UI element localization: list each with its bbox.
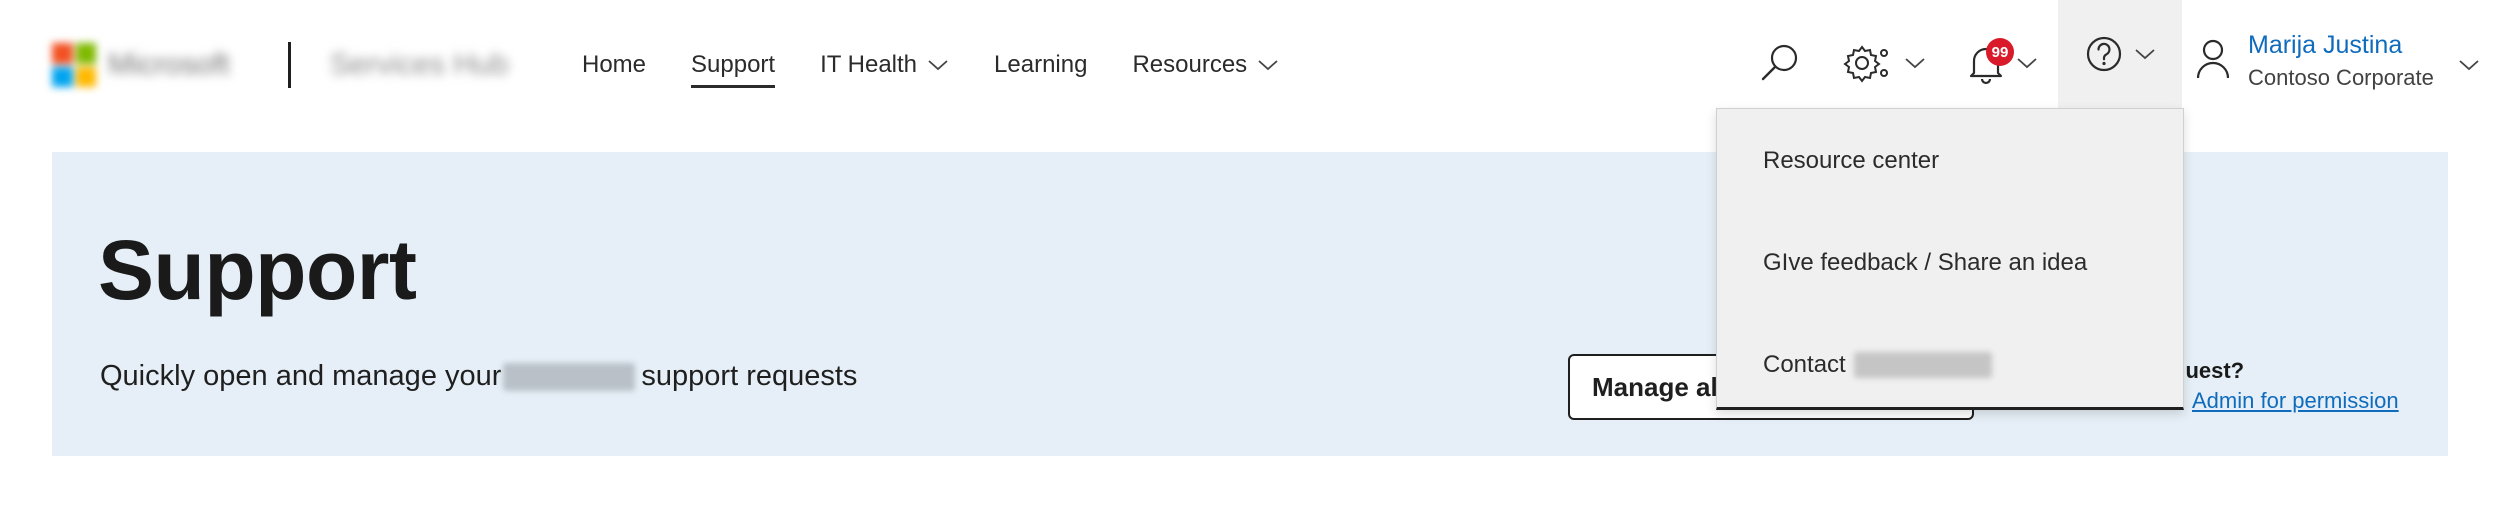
subtitle-text-start: Quickly open and manage your — [100, 360, 502, 392]
app-name[interactable]: Services Hub — [330, 42, 508, 88]
menu-item-label: GIve feedback / Share an idea — [1763, 249, 2088, 276]
main-nav: Home Support IT Health Learning Resource… — [582, 40, 1324, 90]
search-button[interactable] — [1758, 30, 1802, 96]
notification-count-badge: 99 — [1986, 38, 2014, 66]
nav-item-resources[interactable]: Resources — [1132, 40, 1279, 90]
settings-gear-icon — [1843, 45, 1888, 83]
help-button[interactable] — [2058, 0, 2182, 108]
help-dropdown-menu: Resource center GIve feedback / Share an… — [1716, 108, 2184, 410]
admin-permission-link[interactable]: Admin for permission — [2192, 388, 2399, 414]
redacted-service-name — [1853, 352, 1992, 378]
brand-wordmark: Microsoft — [108, 48, 230, 81]
menu-item-label: Resource center — [1763, 147, 1940, 174]
user-name: Marija Justina — [2248, 31, 2403, 59]
manage-all-button-label: Manage all — [1592, 371, 1725, 402]
page-subtitle: Quickly open and manage your support req… — [100, 360, 857, 393]
notifications-button[interactable]: 99 — [1966, 30, 2038, 96]
nav-item-support[interactable]: Support — [691, 40, 776, 90]
search-icon — [1761, 44, 1798, 81]
nav-item-label: IT Health — [820, 51, 918, 78]
nav-item-it-health[interactable]: IT Health — [820, 40, 949, 90]
subtitle-text-end: support requests — [641, 360, 858, 392]
help-circle-icon — [2086, 36, 2122, 72]
user-account-menu[interactable]: Marija Justina Contoso Corporate — [2196, 28, 2434, 98]
logo-mark-icon — [52, 43, 96, 87]
menu-item-resource-center[interactable]: Resource center — [1763, 147, 1939, 175]
user-info: Marija Justina Contoso Corporate — [2248, 28, 2434, 94]
nav-item-label: Resources — [1132, 51, 1248, 78]
menu-item-label: Contact — [1763, 351, 1846, 378]
chevron-down-icon — [928, 60, 948, 71]
chevron-down-icon — [1905, 58, 1925, 69]
person-icon — [2196, 39, 2230, 79]
chevron-down-icon — [2017, 58, 2037, 69]
brand-divider — [288, 42, 291, 88]
nav-item-label: Learning — [994, 51, 1088, 78]
user-organization: Contoso Corporate — [2248, 65, 2434, 90]
menu-item-give-feedback[interactable]: GIve feedback / Share an idea — [1763, 249, 2087, 277]
nav-item-home[interactable]: Home — [582, 40, 646, 90]
nav-item-label: Home — [582, 51, 647, 78]
chevron-down-icon[interactable] — [2458, 58, 2480, 72]
chevron-down-icon — [1258, 60, 1278, 71]
nav-item-label: Support — [691, 51, 776, 78]
chevron-down-icon — [2135, 49, 2155, 60]
menu-item-contact[interactable]: Contact — [1763, 351, 1992, 379]
nav-item-learning[interactable]: Learning — [994, 40, 1087, 90]
brand-logo[interactable]: Microsoft — [52, 40, 264, 90]
redacted-brand-name — [503, 362, 636, 391]
page-title: Support — [98, 223, 417, 317]
settings-button[interactable] — [1840, 30, 1926, 96]
